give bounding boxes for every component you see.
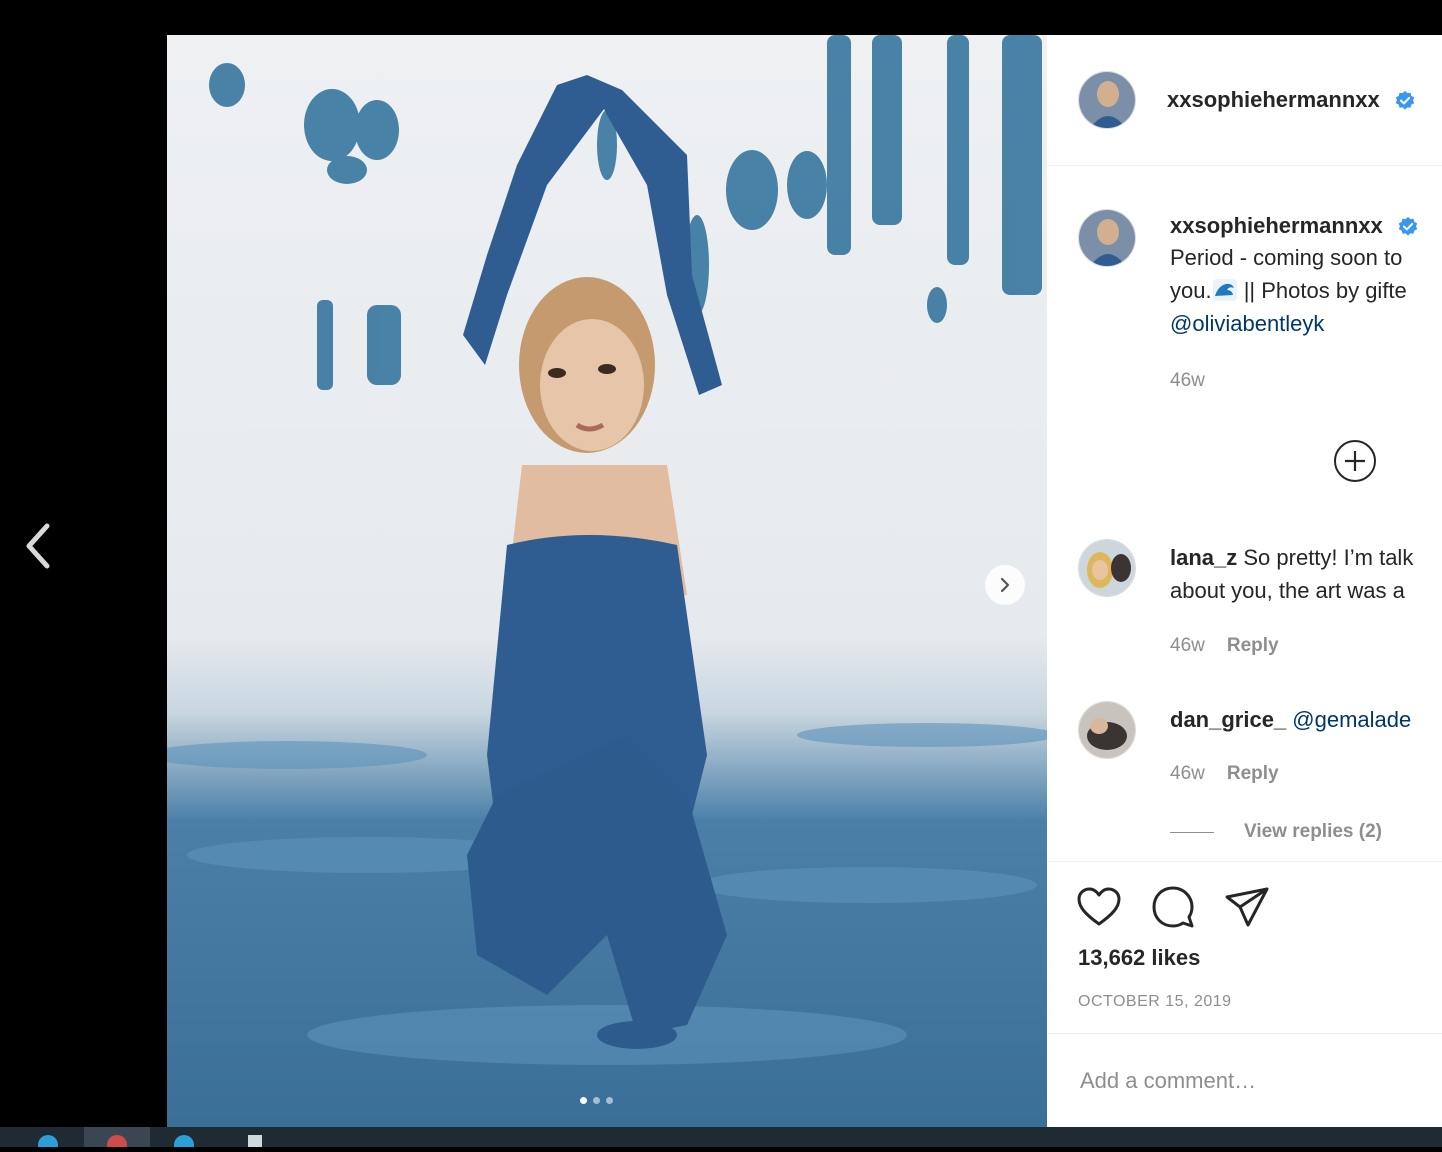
- post-date[interactable]: OCTOBER 15, 2019: [1078, 993, 1232, 1011]
- reply-button[interactable]: Reply: [1227, 635, 1279, 656]
- caption-timestamp[interactable]: 46w: [1170, 370, 1205, 392]
- view-replies-label: View replies (2): [1244, 821, 1382, 842]
- caption-line-1: Period - coming soon to: [1170, 245, 1403, 270]
- plus-circle-icon: [1334, 440, 1376, 482]
- caption-line-2-rest: || Photos by gifte: [1237, 278, 1407, 303]
- comment-meta: 46w Reply: [1170, 635, 1279, 657]
- commenter-avatar[interactable]: [1078, 539, 1136, 597]
- heart-icon: [1077, 887, 1121, 926]
- author-username-text[interactable]: xxsophiehermannxx: [1167, 87, 1380, 112]
- avatar-image: [1079, 702, 1135, 758]
- browser-icon: [174, 1135, 194, 1152]
- taskbar-app-button[interactable]: [30, 1127, 66, 1152]
- carousel-dot: [593, 1097, 600, 1104]
- comment-icon: [1152, 886, 1194, 928]
- reply-button[interactable]: Reply: [1227, 763, 1279, 784]
- actions-divider: [1047, 861, 1442, 862]
- share-icon: [1225, 887, 1269, 927]
- caption-username-text[interactable]: xxsophiehermannxx: [1170, 213, 1383, 238]
- caption-avatar[interactable]: [1078, 209, 1136, 267]
- post-photo[interactable]: [167, 35, 1047, 1127]
- author-avatar[interactable]: [1078, 71, 1136, 129]
- taskbar: [0, 1127, 1442, 1152]
- like-button[interactable]: [1075, 883, 1123, 931]
- comment-body: dan_grice_ @gemalade: [1170, 703, 1411, 736]
- previous-post-arrow[interactable]: [18, 520, 58, 572]
- verified-badge-icon: [1398, 217, 1418, 236]
- wave-emoji-icon: [1212, 279, 1237, 301]
- view-replies-button[interactable]: View replies (2): [1170, 821, 1382, 843]
- taskbar-app-button[interactable]: [84, 1127, 150, 1152]
- post-sidebar: xxsophiehermannxx xxsophiehermannxx Peri…: [1047, 35, 1442, 1127]
- avatar-image: [1079, 540, 1135, 596]
- caption-line-2: you. || Photos by gifte: [1170, 274, 1442, 307]
- browser-icon: [38, 1135, 58, 1152]
- comment-text-line-1: So pretty! I’m talk: [1237, 545, 1414, 570]
- taskbar-app-button[interactable]: [240, 1127, 270, 1147]
- commenter-username[interactable]: dan_grice_: [1170, 707, 1286, 732]
- caption-mention-link[interactable]: @oliviabentleyk: [1170, 311, 1324, 336]
- add-comment-input[interactable]: [1078, 1067, 1432, 1095]
- comment-timestamp[interactable]: 46w: [1170, 635, 1205, 656]
- photo-illustration: [167, 35, 1047, 1065]
- comment-text-line-2: about you, the art was a: [1170, 578, 1405, 603]
- like-count[interactable]: 13,662 likes: [1078, 945, 1200, 971]
- chevron-left-icon: [26, 523, 50, 569]
- post-header: xxsophiehermannxx: [1047, 35, 1442, 166]
- load-more-comments-button[interactable]: [1333, 439, 1377, 483]
- commenter-avatar[interactable]: [1078, 701, 1136, 759]
- comment-meta: 46w Reply: [1170, 763, 1279, 785]
- taskbar-app-button[interactable]: [166, 1127, 202, 1152]
- view-replies-divider: [1170, 831, 1214, 833]
- carousel-dot: [580, 1097, 587, 1104]
- carousel-indicator: [580, 1097, 613, 1104]
- carousel-dot: [606, 1097, 613, 1104]
- avatar-image: [1079, 210, 1135, 266]
- comment-button[interactable]: [1149, 883, 1197, 931]
- comment-divider: [1047, 1033, 1442, 1034]
- caption-body: Period - coming soon to you. || Photos b…: [1170, 241, 1442, 340]
- comment-mention-link[interactable]: @gemalade: [1292, 707, 1411, 732]
- chevron-right-icon: [1000, 577, 1010, 593]
- author-username[interactable]: xxsophiehermannxx: [1167, 87, 1416, 113]
- comment-body: lana_z So pretty! I’m talk about you, th…: [1170, 541, 1413, 607]
- caption-line-2-text: you.: [1170, 278, 1212, 303]
- avatar-image: [1079, 72, 1135, 128]
- caption-username[interactable]: xxsophiehermannxx: [1170, 213, 1419, 239]
- next-photo-button[interactable]: [985, 565, 1025, 605]
- share-button[interactable]: [1223, 883, 1271, 931]
- commenter-username[interactable]: lana_z: [1170, 545, 1237, 570]
- comment-timestamp[interactable]: 46w: [1170, 763, 1205, 784]
- verified-badge-icon: [1395, 91, 1415, 110]
- app-icon: [107, 1135, 127, 1152]
- file-icon: [248, 1135, 262, 1147]
